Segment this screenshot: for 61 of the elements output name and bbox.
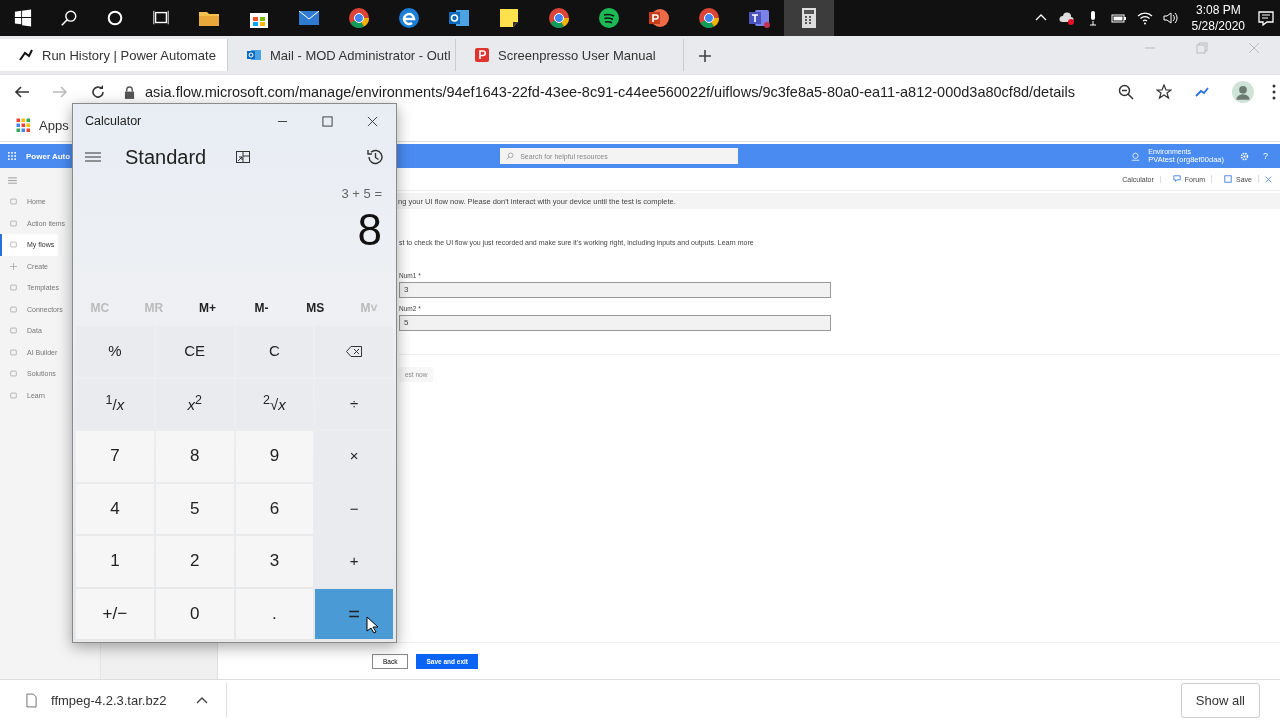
menu-icon[interactable]: [85, 152, 101, 162]
cloud-icon[interactable]: [1058, 10, 1075, 26]
backspace-icon: [346, 345, 363, 357]
more-icon[interactable]: [1272, 84, 1276, 100]
memory-button[interactable]: M-: [236, 300, 287, 316]
reload-icon[interactable]: [90, 84, 106, 100]
url-field[interactable]: asia.flow.microsoft.com/manage/environments/94ef1643-22fd-43ee-8c91-c44ee560022f/uiflows/9c3fe8a5-80a0-ea11-a812-000d3a80cf8d/details: [145, 84, 1104, 100]
wifi-icon[interactable]: [1136, 10, 1153, 26]
mode-title: Standard: [125, 145, 207, 169]
download-file-name[interactable]: ffmpeg-4.2.3.tar.bz2: [51, 692, 167, 708]
mail-app-icon: [246, 47, 262, 63]
calculator-key[interactable]: 7: [76, 431, 154, 482]
calculator-key[interactable]: +/−: [76, 588, 154, 639]
calculator-key[interactable]: 1: [76, 536, 154, 587]
new-tab-icon[interactable]: [698, 49, 712, 63]
calculator-key[interactable]: .: [235, 588, 314, 639]
keep-on-top-icon[interactable]: [236, 151, 251, 163]
star-icon[interactable]: [1156, 84, 1172, 100]
calculator-icon[interactable]: [784, 0, 834, 36]
browser-tab[interactable]: Screenpresso User Manual: [456, 39, 684, 71]
window-title: Calculator: [85, 114, 143, 128]
apps-grid-icon[interactable]: [16, 117, 31, 133]
plus-icon: [10, 262, 17, 270]
notification-icon[interactable]: [1258, 10, 1274, 26]
calculator-key[interactable]: 8: [155, 431, 234, 482]
pointer-icon: [366, 616, 378, 634]
caret-icon[interactable]: [196, 696, 209, 704]
calculator-key[interactable]: C: [235, 326, 314, 377]
clock-time[interactable]: 3:08 PM: [1195, 2, 1241, 18]
bookmark[interactable]: Apps: [16, 117, 69, 133]
memory-button[interactable]: MS: [290, 300, 341, 316]
calculator-key[interactable]: %: [76, 326, 154, 377]
input-field[interactable]: 3: [399, 282, 831, 298]
save-icon: [1224, 175, 1233, 183]
calculator-key[interactable]: 9: [235, 431, 314, 482]
avatar-icon[interactable]: [1232, 81, 1254, 103]
calculator-key[interactable]: CE: [155, 326, 234, 377]
calculator-key[interactable]: 3: [235, 536, 314, 587]
file-icon[interactable]: [26, 692, 37, 708]
browser-tab[interactable]: Mail - MOD Administrator - Outl: [228, 39, 456, 71]
history-icon[interactable]: [366, 148, 384, 166]
calculator-key[interactable]: 0: [155, 588, 234, 639]
lock-icon[interactable]: [124, 85, 135, 99]
calculator-key[interactable]: 6: [235, 483, 314, 534]
memory-button[interactable]: M+: [182, 300, 233, 316]
input-field[interactable]: 5: [399, 315, 831, 331]
app-launcher-icon[interactable]: [8, 152, 16, 160]
calculator-key[interactable]: 2: [155, 536, 234, 587]
search-icon: [506, 152, 515, 160]
clock-date[interactable]: 5/28/2020: [1191, 18, 1245, 34]
speech-bubble-icon: [1172, 175, 1181, 183]
browser-tab[interactable]: Run History | Power Automate: [0, 39, 228, 71]
settings-icon[interactable]: [1240, 151, 1249, 161]
calculator-key[interactable]: =: [315, 588, 393, 639]
app-logo-icon: [474, 47, 490, 63]
speaker-icon[interactable]: [1162, 10, 1179, 26]
zoom-icon[interactable]: [1118, 84, 1134, 100]
back-arrow-icon[interactable]: [14, 84, 30, 100]
calculator-key[interactable]: 5: [155, 483, 234, 534]
show-all-button[interactable]: Show all: [1180, 682, 1260, 718]
calculator-key[interactable]: 4: [76, 483, 154, 534]
